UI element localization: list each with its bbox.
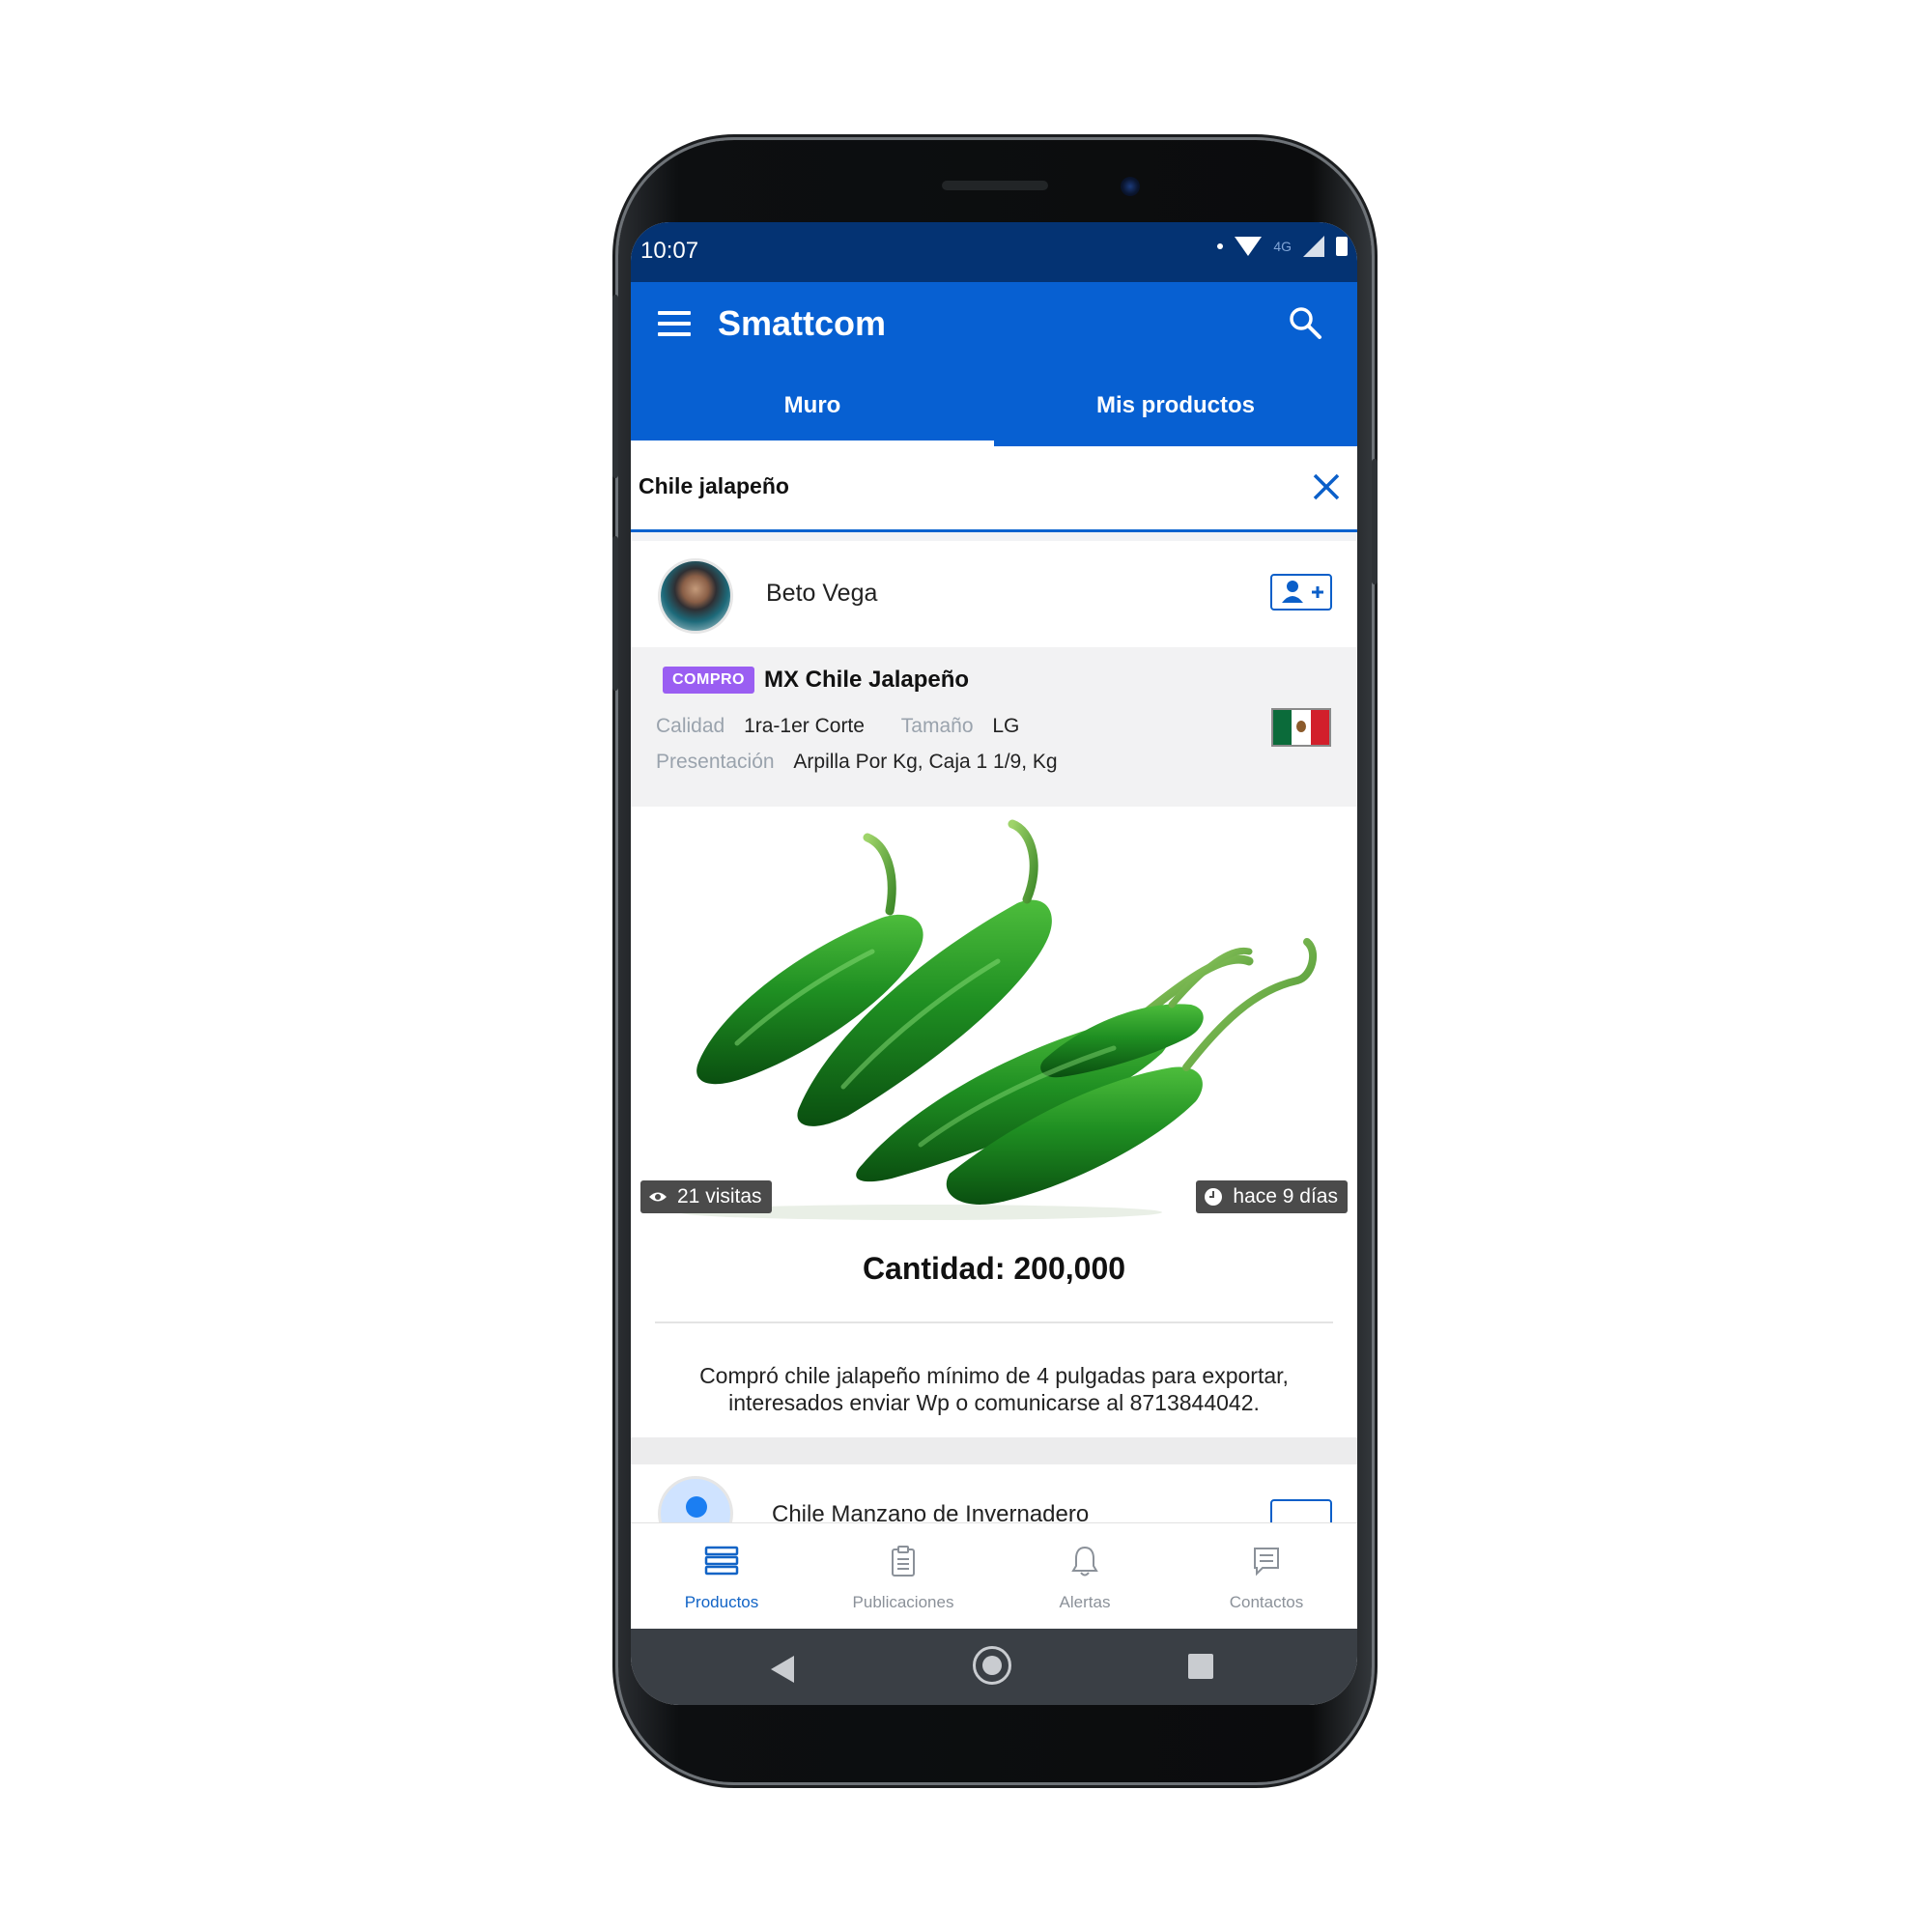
attr-row-presentation: Presentación Arpilla Por Kg, Caja 1 1/9,… bbox=[656, 751, 1058, 774]
notification-dot-icon bbox=[1217, 243, 1224, 249]
bell-icon bbox=[1071, 1546, 1098, 1577]
search-field[interactable]: Chile jalapeño bbox=[631, 446, 1357, 532]
network-type: 4G bbox=[1273, 239, 1292, 254]
nav-alertas[interactable]: Alertas bbox=[994, 1523, 1176, 1630]
products-icon bbox=[704, 1546, 739, 1576]
volume-button bbox=[612, 295, 618, 478]
power-button bbox=[1372, 459, 1378, 584]
attr-row-quality: Calidad 1ra-1er Corte Tamaño LG bbox=[656, 715, 1019, 738]
age-chip: hace 9 días bbox=[1196, 1180, 1348, 1213]
nav-productos[interactable]: Productos bbox=[631, 1523, 812, 1630]
quality-value: 1ra-1er Corte bbox=[744, 715, 865, 737]
visits-chip: 21 visitas bbox=[640, 1180, 772, 1213]
eye-icon bbox=[649, 1192, 667, 1202]
visits-count: 21 visitas bbox=[677, 1185, 762, 1208]
tab-muro[interactable]: Muro bbox=[631, 369, 994, 446]
clipboard-icon bbox=[892, 1546, 915, 1577]
nav-label: Productos bbox=[684, 1593, 759, 1611]
size-label: Tamaño bbox=[900, 715, 974, 737]
phone-frame: 10:07 4G Smattcom Muro Mis productos Chi… bbox=[612, 140, 1378, 1782]
user-name[interactable]: Beto Vega bbox=[766, 580, 877, 608]
front-camera bbox=[1121, 177, 1140, 196]
home-icon[interactable] bbox=[973, 1646, 1011, 1685]
quality-label: Calidad bbox=[656, 715, 725, 737]
card-separator bbox=[631, 1437, 1357, 1464]
search-value[interactable]: Chile jalapeño bbox=[639, 473, 789, 499]
status-bar: 10:07 4G bbox=[631, 222, 1357, 282]
bottom-nav: Productos Publicaciones Alertas Contacto… bbox=[631, 1522, 1357, 1630]
divider bbox=[655, 1321, 1333, 1323]
post-description: Compró chile jalapeño mínimo de 4 pulgad… bbox=[699, 1363, 1289, 1415]
tab-mis-productos[interactable]: Mis productos bbox=[994, 369, 1357, 446]
presentation-label: Presentación bbox=[656, 751, 775, 773]
avatar[interactable] bbox=[658, 1476, 733, 1522]
status-icons: 4G bbox=[1217, 236, 1348, 257]
nav-label: Publicaciones bbox=[852, 1593, 954, 1611]
signal-icon bbox=[1303, 236, 1324, 257]
product-image[interactable]: 21 visitas hace 9 días bbox=[631, 807, 1357, 1227]
status-time: 10:07 bbox=[640, 238, 699, 264]
app-bar: Smattcom bbox=[631, 282, 1357, 369]
product-title: MX Chile Jalapeño bbox=[764, 667, 970, 693]
post-card[interactable]: Beto Vega COMPRO MX Chile Jalapeño Calid… bbox=[631, 541, 1357, 1437]
nav-label: Contactos bbox=[1229, 1593, 1304, 1611]
mexico-flag-icon bbox=[1271, 708, 1331, 747]
earpiece bbox=[942, 181, 1048, 190]
post-age: hace 9 días bbox=[1233, 1185, 1338, 1208]
add-contact-button[interactable] bbox=[1270, 1499, 1332, 1522]
status-badge: COMPRO bbox=[663, 667, 754, 694]
nav-contactos[interactable]: Contactos bbox=[1176, 1523, 1357, 1630]
post-card-next[interactable]: Chile Manzano de Invernadero bbox=[631, 1464, 1357, 1522]
avatar[interactable] bbox=[658, 558, 733, 634]
add-user-icon bbox=[1282, 581, 1323, 603]
wifi-icon bbox=[1235, 237, 1263, 256]
close-icon[interactable] bbox=[1309, 469, 1344, 504]
clock-icon bbox=[1205, 1188, 1223, 1206]
add-contact-button[interactable] bbox=[1270, 574, 1332, 611]
product-header: COMPRO MX Chile Jalapeño Calidad 1ra-1er… bbox=[631, 647, 1357, 807]
contacts-icon bbox=[1254, 1548, 1279, 1577]
app-title: Smattcom bbox=[718, 303, 887, 343]
nav-publicaciones[interactable]: Publicaciones bbox=[812, 1523, 994, 1630]
jalapeno-image bbox=[679, 819, 1318, 1220]
screen: 10:07 4G Smattcom Muro Mis productos Chi… bbox=[631, 222, 1357, 1705]
menu-icon[interactable] bbox=[658, 311, 691, 336]
presentation-value: Arpilla Por Kg, Caja 1 1/9, Kg bbox=[793, 751, 1058, 773]
recent-apps-icon[interactable] bbox=[1188, 1654, 1213, 1679]
nav-label: Alertas bbox=[1059, 1593, 1111, 1611]
tab-bar: Muro Mis productos bbox=[631, 369, 1357, 446]
next-post-title[interactable]: Chile Manzano de Invernadero bbox=[772, 1501, 1089, 1522]
bixby-button bbox=[612, 536, 618, 691]
system-nav-bar bbox=[631, 1629, 1357, 1705]
quantity: Cantidad: 200,000 bbox=[862, 1251, 1126, 1286]
search-icon[interactable] bbox=[1288, 305, 1322, 340]
post-user-row: Beto Vega bbox=[631, 541, 1357, 647]
back-icon[interactable] bbox=[771, 1656, 794, 1683]
size-value: LG bbox=[992, 715, 1020, 737]
battery-icon bbox=[1336, 237, 1348, 256]
